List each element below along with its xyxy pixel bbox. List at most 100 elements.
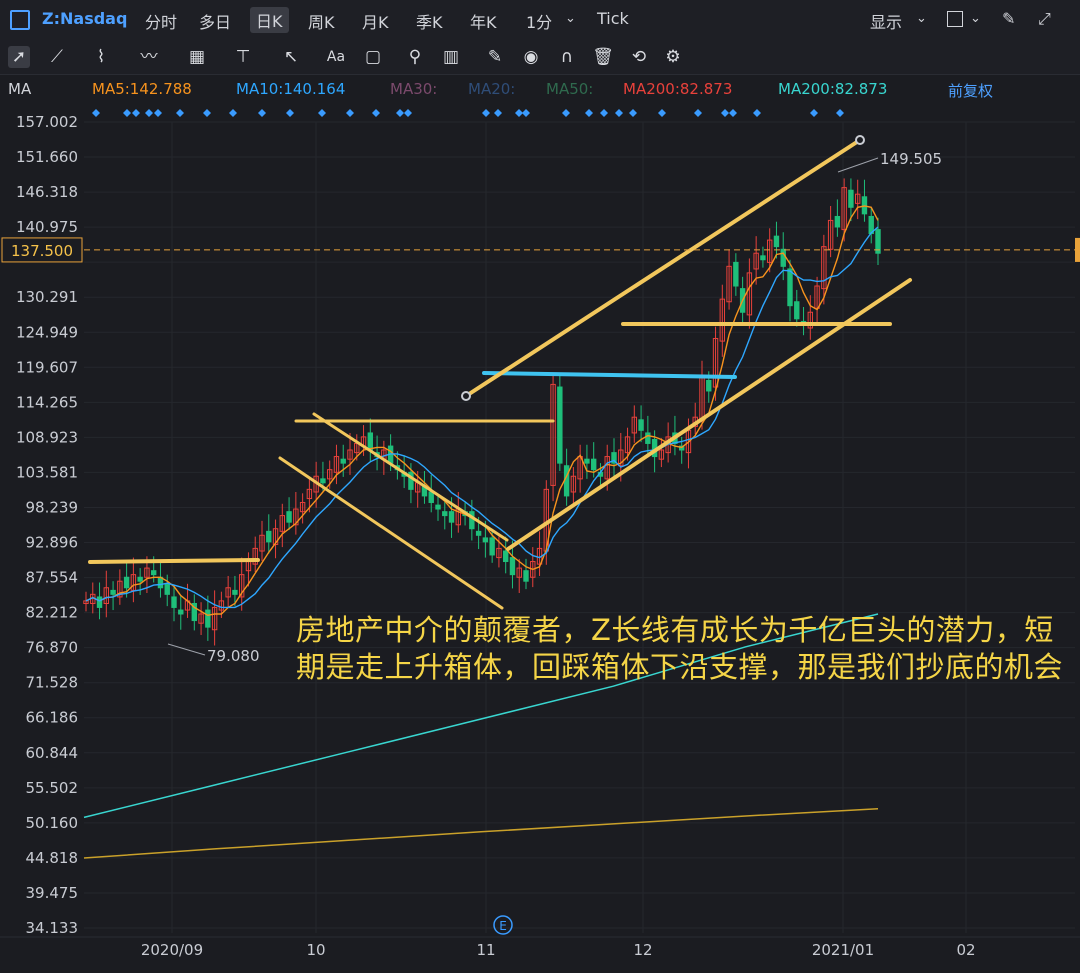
y-axis-labels: 157.002 151.660 146.318 140.975 130.291 124.9…: [16, 113, 78, 937]
trendline-up-channel-bottom: [506, 278, 912, 551]
signal-diamond: [515, 109, 523, 117]
y-tick-label: 92.896: [26, 534, 79, 552]
tab-daily[interactable]: 日K: [250, 7, 289, 33]
candle-body: [205, 609, 211, 628]
trendline-channel-low: [278, 456, 504, 610]
magnet-icon[interactable]: ∩: [556, 46, 578, 68]
chevron-down-icon[interactable]: ⌄: [970, 11, 981, 26]
adjust-dropdown[interactable]: 前复权: [948, 80, 993, 101]
candle-body: [848, 189, 854, 208]
candle-body: [96, 596, 103, 608]
tab-intraday[interactable]: 分时: [145, 9, 177, 33]
ma200-gold-line: [83, 808, 879, 859]
y-tick-label: 71.528: [26, 674, 79, 692]
gear-icon[interactable]: ⚙: [662, 46, 684, 68]
candle-body: [435, 504, 441, 510]
candle-body: [645, 432, 651, 444]
chevron-down-icon[interactable]: ⌄: [565, 11, 576, 26]
ma10-value: MA10:140.164: [236, 80, 346, 98]
fib-tool-icon[interactable]: ▦: [186, 46, 208, 68]
candle-body: [232, 589, 238, 595]
candle-body: [773, 235, 780, 248]
ma-bar: MA MA5:142.788 MA10:140.164 MA30: MA20: …: [0, 75, 1080, 103]
text-tool-icon[interactable]: Aa: [325, 46, 347, 68]
signal-diamond: [145, 109, 153, 117]
y-tick-label: 103.581: [16, 463, 78, 481]
line-tool-icon[interactable]: ⟋: [46, 46, 68, 68]
tab-multiday[interactable]: 多日: [199, 9, 231, 33]
candle-body: [482, 537, 489, 543]
candle-body: [563, 465, 570, 497]
arrow-tool-icon[interactable]: ↖: [280, 46, 302, 68]
sync-icon[interactable]: ⟲: [628, 46, 650, 68]
wave-tool-icon[interactable]: 〰: [138, 46, 160, 68]
fullscreen-icon[interactable]: ⤢: [1038, 9, 1051, 29]
signal-diamond: [810, 109, 818, 117]
price-chart[interactable]: 157.002 151.660 146.318 140.975 130.291 124.9…: [0, 103, 1080, 973]
x-axis-labels: 2020/09 10 11 12 2021/01 02: [141, 941, 976, 959]
candle-body: [780, 248, 786, 267]
y-tick-label: 98.239: [26, 498, 79, 516]
ma5-line: [85, 205, 879, 617]
signal-diamond: [753, 109, 761, 117]
drawings: 137.500 149.505 79.080 E: [1, 135, 1080, 935]
signal-diamond: [176, 109, 184, 117]
signal-diamond: [522, 109, 530, 117]
pen-icon[interactable]: ✎: [484, 46, 506, 68]
tab-weekly[interactable]: 周K: [308, 9, 335, 33]
ma5-value: MA5:142.788: [92, 80, 192, 98]
chevron-down-icon[interactable]: ⌄: [916, 11, 927, 26]
candle-body: [137, 576, 143, 582]
candle-body: [171, 596, 177, 608]
chart-tool-icon[interactable]: ▥: [440, 46, 462, 68]
signal-diamond: [396, 109, 404, 117]
candle-body: [590, 458, 597, 471]
y-tick-label: 146.318: [16, 183, 78, 201]
high-price-label: 149.505: [880, 150, 942, 168]
checkbox-icon[interactable]: [947, 11, 963, 27]
signal-diamond: [404, 109, 412, 117]
tab-yearly[interactable]: 年K: [470, 9, 497, 33]
brush-icon[interactable]: ✎: [1002, 9, 1015, 28]
polyline-tool-icon[interactable]: ⌇: [90, 46, 112, 68]
signal-diamond: [203, 109, 211, 117]
x-tick-label: 02: [956, 941, 975, 959]
y-tick-label: 124.949: [16, 323, 78, 341]
y-tick-label: 130.291: [16, 288, 78, 306]
candle-body: [178, 609, 184, 615]
y-tick-label: 34.133: [26, 919, 79, 937]
eye-icon[interactable]: ◉: [520, 46, 542, 68]
tab-1min[interactable]: 1分: [526, 9, 552, 33]
ma200-red-value: MA200:82.873: [623, 80, 733, 98]
comment-tool-icon[interactable]: ▢: [362, 46, 384, 68]
trash-icon[interactable]: 🗑: [592, 46, 614, 68]
display-button[interactable]: 显示: [870, 9, 902, 33]
candle-body: [733, 261, 739, 287]
search-icon[interactable]: ⚲: [404, 46, 426, 68]
signal-diamond: [836, 109, 844, 117]
y-tick-label: 44.818: [26, 849, 79, 867]
ma-dropdown[interactable]: MA: [8, 80, 31, 98]
signal-diamond: [132, 109, 140, 117]
candle-body: [367, 432, 374, 451]
tab-monthly[interactable]: 月K: [362, 9, 389, 33]
candle-body: [787, 268, 793, 307]
candle-body: [123, 576, 130, 589]
signal-diamond: [92, 109, 100, 117]
signal-diamond: [372, 109, 380, 117]
signal-diamond: [286, 109, 294, 117]
candle-body: [489, 537, 495, 556]
tab-quarterly[interactable]: 季K: [416, 9, 443, 33]
candle-body: [320, 478, 326, 484]
x-tick-label: 10: [306, 941, 325, 959]
candle-body: [760, 255, 766, 261]
signal-diamond: [694, 109, 702, 117]
panel-icon[interactable]: [10, 10, 30, 30]
signal-diamond: [482, 109, 490, 117]
ma50-value: MA50:: [546, 80, 594, 98]
y-tick-label: 55.502: [26, 779, 79, 797]
level-tool-icon[interactable]: ⊤: [232, 46, 254, 68]
signal-diamond: [658, 109, 666, 117]
tab-tick[interactable]: Tick: [597, 9, 629, 28]
cursor-icon[interactable]: ➚: [8, 46, 30, 68]
